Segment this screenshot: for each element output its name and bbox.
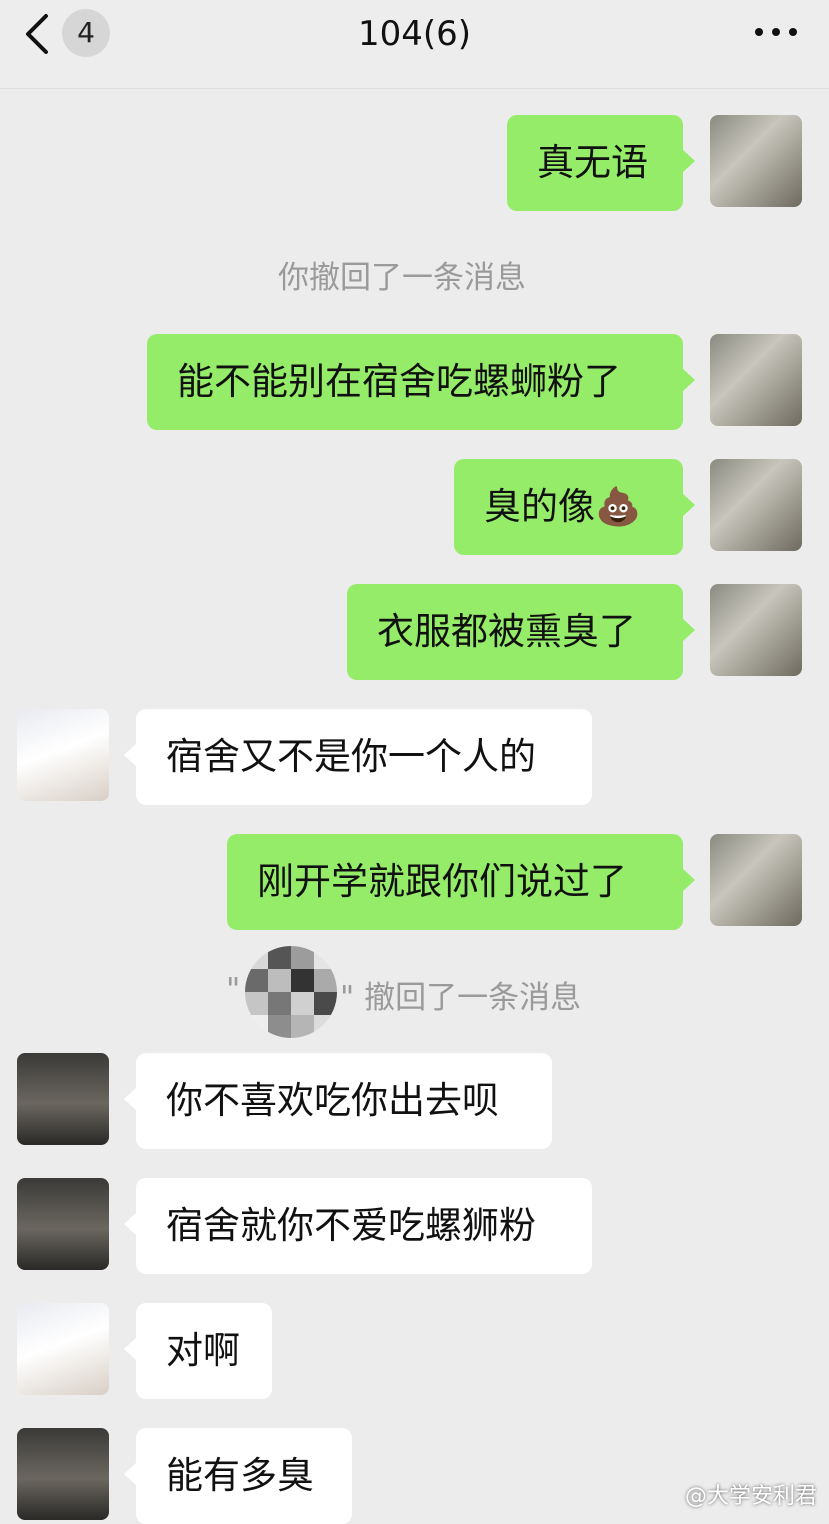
self-avatar[interactable] xyxy=(710,834,802,926)
self-avatar[interactable] xyxy=(710,334,802,426)
contact-avatar-a[interactable] xyxy=(17,709,109,801)
recall-notice: 你撤回了一条消息 xyxy=(278,260,526,296)
recall-notice-open-quote: " xyxy=(226,972,241,1008)
message-bubble-other[interactable]: 宿舍就你不爱吃螺狮粉 xyxy=(124,1178,592,1274)
self-avatar[interactable] xyxy=(710,584,802,676)
self-avatar[interactable] xyxy=(710,459,802,551)
recall-notice: " 撤回了一条消息 xyxy=(340,980,582,1016)
message-bubble-other[interactable]: 能有多臭 xyxy=(124,1428,352,1524)
weibo-watermark: @大学安利君 xyxy=(684,1484,817,1509)
message-bubble-self[interactable]: 真无语 xyxy=(507,115,695,211)
ellipsis-icon[interactable] xyxy=(753,22,799,42)
message-bubble-self[interactable]: 刚开学就跟你们说过了 xyxy=(227,834,695,930)
contact-avatar-b[interactable] xyxy=(17,1428,109,1520)
message-bubble-other[interactable]: 对啊 xyxy=(124,1303,272,1399)
chat-title: 104(6) xyxy=(357,14,472,54)
contact-avatar-a[interactable] xyxy=(17,1303,109,1395)
contact-avatar-b[interactable] xyxy=(17,1178,109,1270)
message-bubble-self[interactable]: 臭的像💩 xyxy=(454,459,695,555)
message-bubble-self[interactable]: 能不能别在宿舍吃螺蛳粉了 xyxy=(147,334,695,430)
message-bubble-other[interactable]: 宿舍又不是你一个人的 xyxy=(124,709,592,805)
contact-avatar-b[interactable] xyxy=(17,1053,109,1145)
message-text: 臭的像 xyxy=(484,485,595,528)
poop-emoji-icon: 💩 xyxy=(595,485,642,528)
chat-header: 4 104(6) xyxy=(0,0,829,89)
blurred-name-mosaic xyxy=(245,946,337,1038)
self-avatar[interactable] xyxy=(710,115,802,207)
message-bubble-self[interactable]: 衣服都被熏臭了 xyxy=(347,584,695,680)
message-bubble-other[interactable]: 你不喜欢吃你出去呗 xyxy=(124,1053,552,1149)
